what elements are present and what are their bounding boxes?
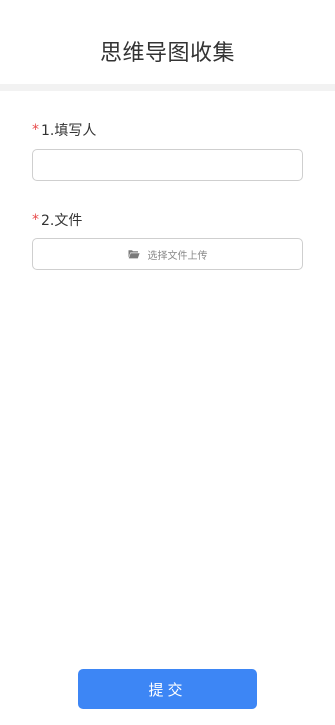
- page-title: 思维导图收集: [99, 41, 235, 66]
- page-header: 思维导图收集: [0, 0, 335, 84]
- submit-button[interactable]: 提交: [78, 669, 257, 709]
- field-label-file: * 2.文件: [32, 210, 82, 230]
- field-label-text: 2.文件: [41, 213, 83, 229]
- folder-open-icon: [128, 249, 140, 259]
- field-label-text: 1.填写人: [41, 123, 97, 139]
- required-mark: *: [32, 212, 39, 228]
- file-upload-button[interactable]: 选择文件上传: [32, 238, 303, 270]
- upload-label: 选择文件上传: [147, 250, 208, 262]
- filler-name-input[interactable]: [32, 149, 303, 181]
- header-divider: [0, 84, 335, 91]
- field-label-filler: * 1.填写人: [32, 120, 96, 140]
- required-mark: *: [32, 122, 39, 138]
